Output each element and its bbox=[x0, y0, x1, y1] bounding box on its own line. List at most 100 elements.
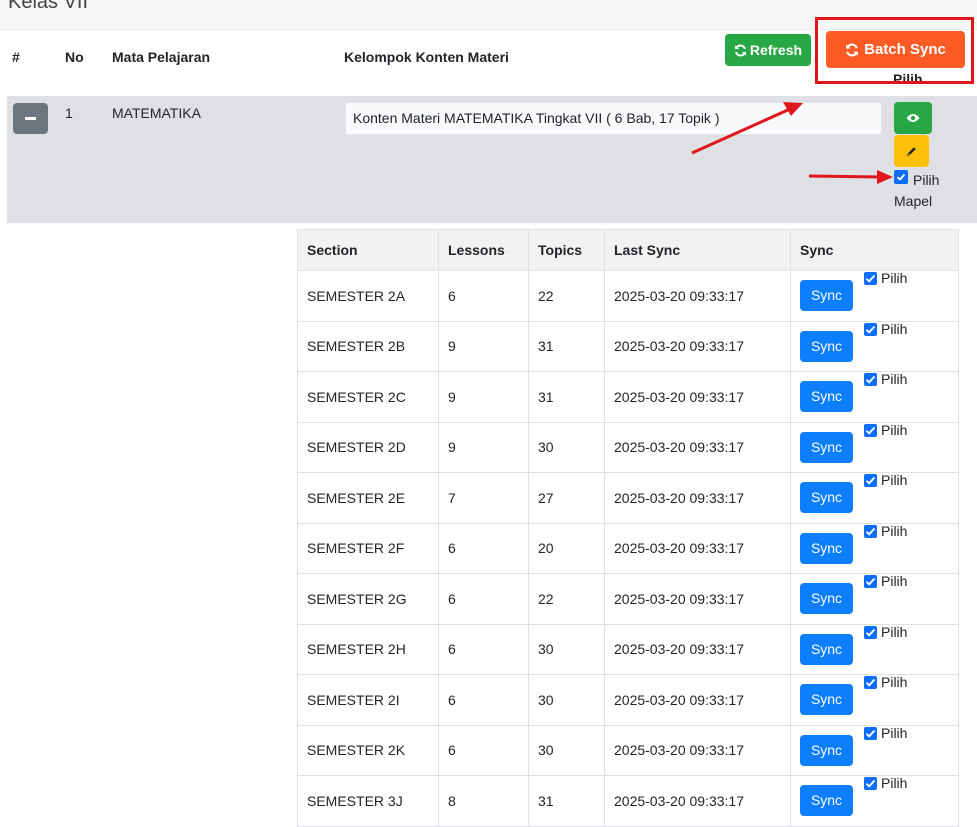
cell-sync: Sync Pilih bbox=[790, 371, 959, 423]
pilih-section[interactable]: Pilih bbox=[864, 321, 907, 337]
cell-last-sync: 2025-03-20 09:33:17 bbox=[604, 421, 791, 473]
konten-materi-field[interactable]: Konten Materi MATEMATIKA Tingkat VII ( 6… bbox=[345, 102, 882, 135]
sections-table: Section Lessons Topics Last Sync Sync SE… bbox=[297, 229, 959, 827]
sync-button[interactable]: Sync bbox=[800, 583, 853, 615]
sync-button[interactable]: Sync bbox=[800, 633, 853, 665]
table-row: SEMESTER 3J 8 31 2025-03-20 09:33:17 Sync Pil… bbox=[297, 775, 959, 827]
pencil-icon bbox=[906, 147, 916, 156]
pilih-section[interactable]: Pilih bbox=[864, 775, 907, 791]
pilih-checkbox[interactable] bbox=[864, 272, 877, 286]
pilih-checkbox[interactable] bbox=[864, 726, 877, 740]
pilih-section[interactable]: Pilih bbox=[864, 674, 907, 690]
pilih-checkbox[interactable] bbox=[864, 676, 877, 690]
column-header-no: No bbox=[65, 49, 84, 65]
sync-button[interactable]: Sync bbox=[800, 684, 853, 716]
refresh-label: Refresh bbox=[749, 42, 803, 58]
pilih-checkbox[interactable] bbox=[864, 474, 877, 488]
table-row: SEMESTER 2C 9 31 2025-03-20 09:33:17 Sync Pil… bbox=[297, 371, 959, 423]
table-row: SEMESTER 2H 6 30 2025-03-20 09:33:17 Sync Pil… bbox=[297, 623, 959, 675]
header-last-sync: Last Sync bbox=[604, 229, 791, 271]
column-header-konten: Kelompok Konten Materi bbox=[344, 49, 509, 65]
view-button[interactable] bbox=[894, 102, 932, 134]
cell-section: SEMESTER 2K bbox=[297, 724, 439, 776]
cell-lessons: 6 bbox=[438, 674, 529, 726]
cell-topics: 31 bbox=[528, 775, 605, 827]
cell-section: SEMESTER 2B bbox=[297, 320, 439, 372]
pilih-mapel-label: Pilih Mapel bbox=[894, 172, 940, 209]
pilih-label: Pilih bbox=[881, 573, 908, 590]
column-header-pilih: Pilih bbox=[893, 71, 923, 82]
refresh-icon bbox=[846, 43, 859, 56]
pilih-checkbox[interactable] bbox=[864, 625, 877, 639]
sync-button[interactable]: Sync bbox=[800, 280, 853, 312]
page-title: Kelas VII bbox=[8, 0, 89, 13]
pilih-checkbox[interactable] bbox=[864, 575, 877, 589]
cell-section: SEMESTER 2G bbox=[297, 573, 439, 625]
cell-lessons: 7 bbox=[438, 472, 529, 524]
cell-topics: 31 bbox=[528, 320, 605, 372]
sync-button[interactable]: Sync bbox=[800, 482, 853, 514]
cell-lessons: 6 bbox=[438, 724, 529, 776]
header-sync: Sync bbox=[790, 229, 959, 271]
column-header-mapel: Mata Pelajaran bbox=[112, 49, 211, 65]
batch-sync-label: Batch Sync bbox=[864, 41, 946, 58]
cell-last-sync: 2025-03-20 09:33:17 bbox=[604, 270, 791, 322]
checkmark-icon bbox=[865, 678, 876, 687]
cell-topics: 30 bbox=[528, 421, 605, 473]
cell-sync: Sync Pilih bbox=[790, 674, 959, 726]
checkmark-icon bbox=[865, 729, 876, 738]
pilih-checkbox[interactable] bbox=[864, 322, 877, 336]
cell-sync: Sync Pilih bbox=[790, 522, 959, 574]
pilih-section[interactable]: Pilih bbox=[864, 472, 907, 488]
cell-topics: 30 bbox=[528, 724, 605, 776]
batch-sync-button[interactable]: Batch Sync bbox=[826, 31, 965, 68]
cell-section: SEMESTER 2D bbox=[297, 421, 439, 473]
table-row: SEMESTER 2B 9 31 2025-03-20 09:33:17 Sync Pil… bbox=[297, 320, 959, 372]
collapse-button[interactable] bbox=[13, 103, 48, 134]
pilih-checkbox[interactable] bbox=[864, 373, 877, 387]
pilih-section[interactable]: Pilih bbox=[864, 371, 907, 387]
pilih-label: Pilih bbox=[881, 674, 908, 691]
edit-button[interactable] bbox=[894, 135, 929, 167]
sync-button[interactable]: Sync bbox=[800, 381, 853, 413]
pilih-label: Pilih bbox=[881, 270, 908, 287]
sync-button[interactable]: Sync bbox=[800, 330, 853, 362]
cell-last-sync: 2025-03-20 09:33:17 bbox=[604, 775, 791, 827]
minus-icon bbox=[25, 117, 36, 120]
pilih-checkbox[interactable] bbox=[864, 423, 877, 437]
pilih-checkbox[interactable] bbox=[864, 524, 877, 538]
cell-topics: 30 bbox=[528, 674, 605, 726]
cell-last-sync: 2025-03-20 09:33:17 bbox=[604, 573, 791, 625]
cell-sync: Sync Pilih bbox=[790, 270, 959, 322]
sync-button[interactable]: Sync bbox=[800, 532, 853, 564]
cell-section: SEMESTER 2H bbox=[297, 623, 439, 675]
sections-table-header: Section Lessons Topics Last Sync Sync bbox=[297, 229, 959, 271]
header-section: Section bbox=[297, 229, 439, 271]
pilih-section[interactable]: Pilih bbox=[864, 573, 907, 589]
cell-last-sync: 2025-03-20 09:33:17 bbox=[604, 674, 791, 726]
cell-last-sync: 2025-03-20 09:33:17 bbox=[604, 623, 791, 675]
pilih-checkbox[interactable] bbox=[864, 777, 877, 791]
pilih-section[interactable]: Pilih bbox=[864, 422, 907, 438]
cell-lessons: 6 bbox=[438, 522, 529, 574]
cell-sync: Sync Pilih bbox=[790, 573, 959, 625]
sync-button[interactable]: Sync bbox=[800, 785, 853, 817]
pilih-label: Pilih bbox=[881, 320, 908, 337]
cell-sync: Sync Pilih bbox=[790, 421, 959, 473]
table-row: SEMESTER 2D 9 30 2025-03-20 09:33:17 Sync Pil… bbox=[297, 421, 959, 473]
table-row: SEMESTER 2E 7 27 2025-03-20 09:33:17 Sync Pil… bbox=[297, 472, 959, 524]
mapel-name: MATEMATIKA bbox=[112, 105, 201, 121]
sync-button[interactable]: Sync bbox=[800, 734, 853, 766]
sync-button[interactable]: Sync bbox=[800, 431, 853, 463]
checkmark-icon bbox=[865, 577, 876, 586]
pilih-label: Pilih bbox=[881, 522, 908, 539]
refresh-button[interactable]: Refresh bbox=[725, 34, 811, 66]
pilih-section[interactable]: Pilih bbox=[864, 523, 907, 539]
checkmark-icon bbox=[865, 426, 876, 435]
pilih-section[interactable]: Pilih bbox=[864, 270, 907, 286]
pilih-section[interactable]: Pilih bbox=[864, 725, 907, 741]
pilih-section[interactable]: Pilih bbox=[864, 624, 907, 640]
cell-topics: 30 bbox=[528, 623, 605, 675]
checkmark-icon bbox=[865, 325, 876, 334]
checkmark-icon bbox=[865, 779, 876, 788]
